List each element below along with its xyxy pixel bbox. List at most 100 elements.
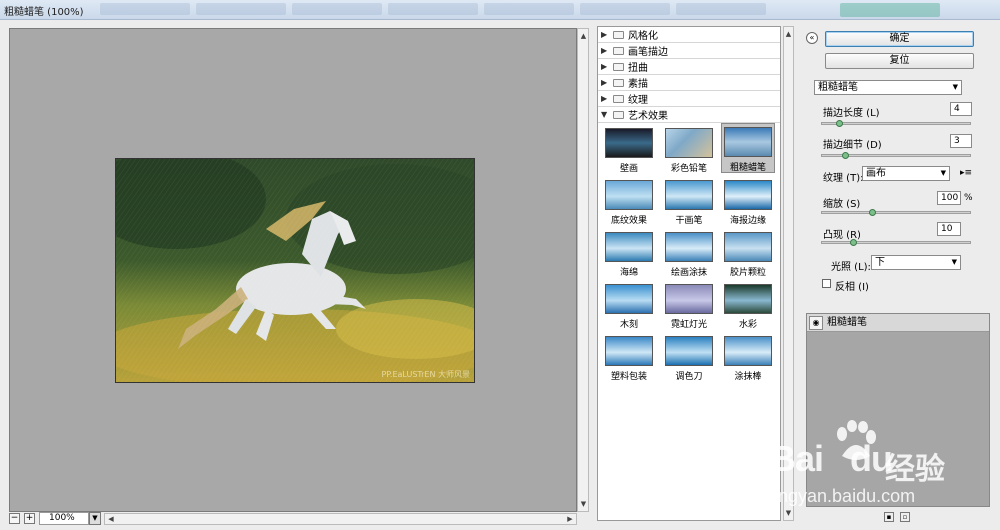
filter-preview-image xyxy=(724,336,772,366)
filter-thumb-sponge[interactable]: 海绵 xyxy=(602,229,656,279)
filter-thumb-smudge-stick[interactable]: 涂抹棒 xyxy=(721,333,775,383)
zoom-level-field[interactable]: 100% xyxy=(39,512,89,525)
stroke-length-slider[interactable] xyxy=(821,120,971,127)
zoom-out-button[interactable]: − xyxy=(9,513,20,524)
scroll-down-icon[interactable]: ▼ xyxy=(784,508,793,518)
filter-preview-image xyxy=(724,284,772,314)
filter-thumb-poster-edges[interactable]: 海报边缘 xyxy=(721,177,775,227)
effect-layer-row[interactable]: ◉ 粗糙蜡笔 xyxy=(807,314,989,332)
category-artistic[interactable]: ▼ 艺术效果 xyxy=(598,107,780,123)
percent-unit: % xyxy=(964,193,973,203)
image-watermark: PP.EaLUSTrEN 大师风景 xyxy=(381,370,470,379)
slider-thumb[interactable] xyxy=(868,209,876,216)
texture-menu-icon[interactable]: ▸≡ xyxy=(960,168,972,178)
chevron-down-icon: ▼ xyxy=(940,169,946,177)
filter-thumb-palette-knife[interactable]: 调色刀 xyxy=(662,333,716,383)
effect-layers-panel: ◉ 粗糙蜡笔 xyxy=(806,313,990,507)
artistic-filter-grid: 壁画 彩色铅笔 粗糙蜡笔 底纹效果 干画笔 海报边缘 海绵 绘画涂抹 胶片颗粒 … xyxy=(598,123,780,393)
slider-thumb[interactable] xyxy=(841,152,849,159)
stroke-detail-input[interactable]: 3 xyxy=(950,134,972,148)
expand-triangle-icon[interactable]: ▶ xyxy=(601,46,609,55)
slider-thumb[interactable] xyxy=(850,239,858,246)
scroll-left-icon[interactable]: ◀ xyxy=(106,514,116,524)
slider-thumb[interactable] xyxy=(836,120,844,127)
scaling-input[interactable]: 100 xyxy=(937,191,961,205)
filter-label: 海报边缘 xyxy=(729,216,766,226)
category-label: 素描 xyxy=(628,79,648,90)
collapse-browser-icon[interactable]: « xyxy=(806,32,818,44)
preview-horizontal-scrollbar[interactable]: ◀ ▶ xyxy=(104,513,577,525)
stroke-length-label: 描边长度 (L) xyxy=(823,108,880,119)
relief-input[interactable]: 10 xyxy=(937,222,961,236)
filter-preview-image xyxy=(605,180,653,210)
scroll-up-icon[interactable]: ▲ xyxy=(784,29,793,39)
category-stylize[interactable]: ▶ 风格化 xyxy=(598,27,780,43)
filter-label: 调色刀 xyxy=(675,372,703,382)
browser-scrollbar[interactable]: ▲ ▼ xyxy=(783,26,794,521)
stroke-detail-slider[interactable] xyxy=(821,152,971,159)
scroll-down-icon[interactable]: ▼ xyxy=(579,499,588,509)
ok-button[interactable]: 确定 xyxy=(825,31,974,47)
collapse-triangle-icon[interactable]: ▼ xyxy=(601,110,609,119)
filter-select[interactable]: 粗糙蜡笔 ▼ xyxy=(814,80,962,95)
filter-thumb-rough-pastels[interactable]: 粗糙蜡笔 xyxy=(721,123,775,173)
stroke-length-input[interactable]: 4 xyxy=(950,102,972,116)
invert-label: 反相 (I) xyxy=(835,282,869,293)
filter-label: 霓虹灯光 xyxy=(670,320,707,330)
scaling-slider[interactable] xyxy=(821,209,971,216)
reset-button[interactable]: 复位 xyxy=(825,53,974,69)
scroll-up-icon[interactable]: ▲ xyxy=(579,31,588,41)
delete-effect-layer-icon[interactable]: ▫ xyxy=(900,512,910,522)
stroke-detail-label: 描边细节 (D) xyxy=(823,140,882,151)
category-distort[interactable]: ▶ 扭曲 xyxy=(598,59,780,75)
category-brush-strokes[interactable]: ▶ 画笔描边 xyxy=(598,43,780,59)
new-effect-layer-icon[interactable]: ▪ xyxy=(884,512,894,522)
light-select[interactable]: 下 ▼ xyxy=(871,255,961,270)
filter-thumb-colored-pencil[interactable]: 彩色铅笔 xyxy=(662,125,716,175)
filter-thumb-cutout[interactable]: 木刻 xyxy=(602,281,656,331)
zoom-bar: − + 100% ▼ ◀ ▶ xyxy=(9,512,577,526)
expand-triangle-icon[interactable]: ▶ xyxy=(601,30,609,39)
folder-icon xyxy=(613,78,624,87)
texture-label: 纹理 (T): xyxy=(823,173,864,184)
title-bar: 粗糙蜡笔 (100%) xyxy=(0,0,1000,20)
folder-icon xyxy=(613,62,624,71)
filter-thumb-watercolor[interactable]: 水彩 xyxy=(721,281,775,331)
zoom-in-button[interactable]: + xyxy=(24,513,35,524)
filter-preview-image xyxy=(665,180,713,210)
category-label: 纹理 xyxy=(628,95,648,106)
scroll-right-icon[interactable]: ▶ xyxy=(565,514,575,524)
texture-select[interactable]: 画布 ▼ xyxy=(862,166,950,181)
filter-thumb-dry-brush[interactable]: 干画笔 xyxy=(662,177,716,227)
window-title: 粗糙蜡笔 (100%) xyxy=(4,7,84,18)
preview-canvas[interactable]: PP.EaLUSTrEN 大师风景 xyxy=(9,28,577,512)
filter-thumb-plastic-wrap[interactable]: 塑料包装 xyxy=(602,333,656,383)
expand-triangle-icon[interactable]: ▶ xyxy=(601,78,609,87)
filter-thumb-fresco[interactable]: 壁画 xyxy=(602,125,656,175)
category-label: 画笔描边 xyxy=(628,47,668,58)
expand-triangle-icon[interactable]: ▶ xyxy=(601,62,609,71)
preview-vertical-scrollbar[interactable]: ▲ ▼ xyxy=(577,28,589,512)
filter-label: 粗糙蜡笔 xyxy=(729,163,766,173)
filter-label: 水彩 xyxy=(738,320,757,330)
filter-thumb-paint-daubs[interactable]: 绘画涂抹 xyxy=(662,229,716,279)
category-label: 艺术效果 xyxy=(628,111,668,122)
filter-thumb-neon-glow[interactable]: 霓虹灯光 xyxy=(662,281,716,331)
filter-thumb-underpainting[interactable]: 底纹效果 xyxy=(602,177,656,227)
filter-thumb-film-grain[interactable]: 胶片颗粒 xyxy=(721,229,775,279)
filter-preview-image xyxy=(724,180,772,210)
invert-checkbox[interactable] xyxy=(822,279,831,288)
expand-triangle-icon[interactable]: ▶ xyxy=(601,94,609,103)
category-texture[interactable]: ▶ 纹理 xyxy=(598,91,780,107)
category-label: 扭曲 xyxy=(628,63,648,74)
chevron-down-icon: ▼ xyxy=(951,258,957,266)
filter-preview-image xyxy=(605,128,653,158)
filter-label: 干画笔 xyxy=(675,216,703,226)
category-sketch[interactable]: ▶ 素描 xyxy=(598,75,780,91)
eye-icon[interactable]: ◉ xyxy=(809,316,823,330)
zoom-dropdown-icon[interactable]: ▼ xyxy=(89,512,101,525)
filter-preview-image xyxy=(724,232,772,262)
relief-slider[interactable] xyxy=(821,239,971,246)
light-label: 光照 (L): xyxy=(831,262,871,273)
open-folder-icon xyxy=(613,110,624,119)
